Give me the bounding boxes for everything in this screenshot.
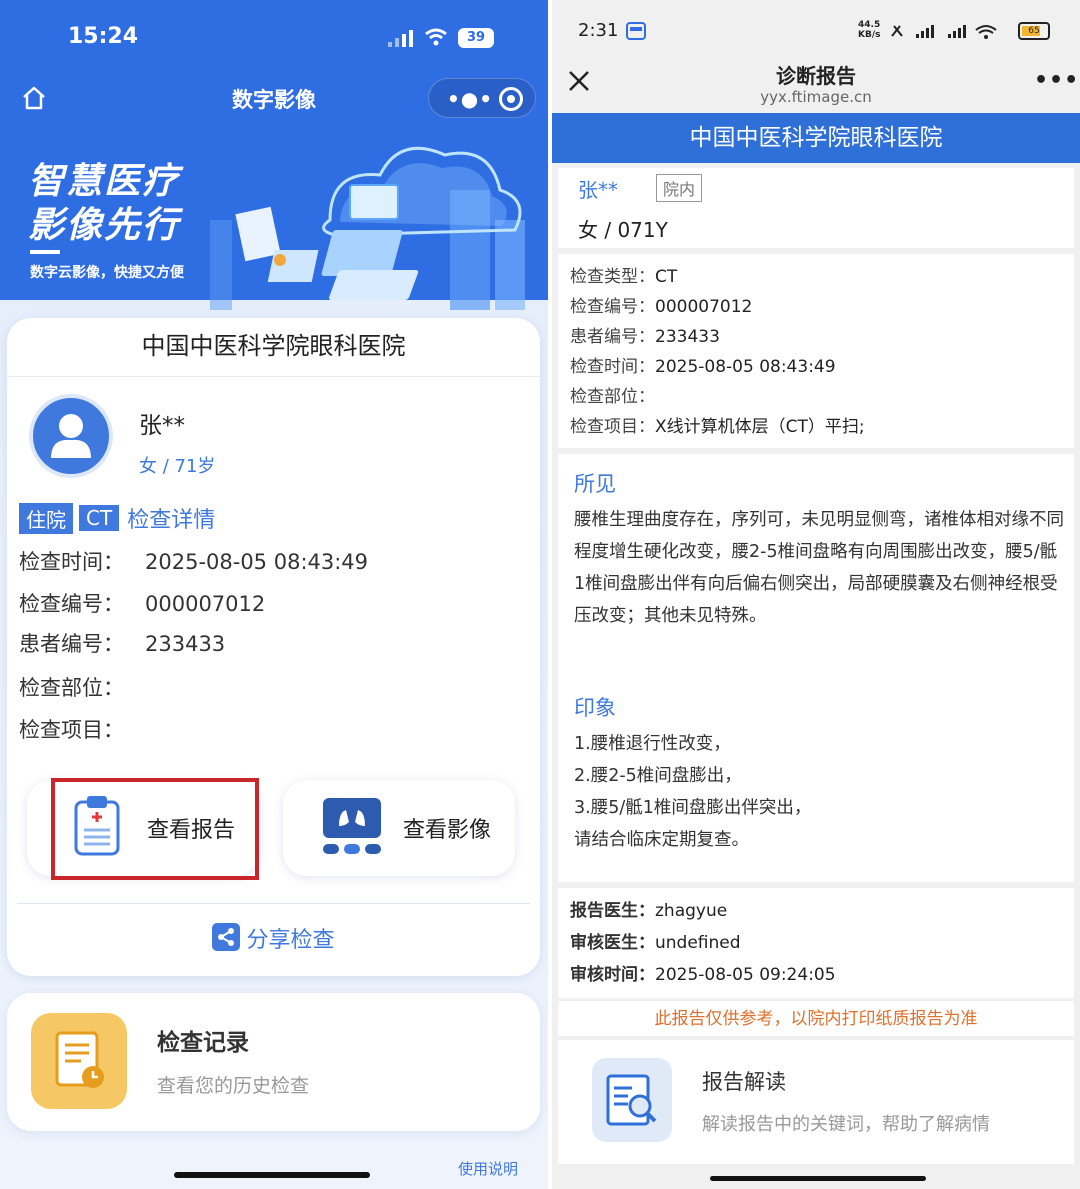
share-exam-label: 分享检查 <box>246 928 335 953</box>
reporting-doctor-row: 报告医生：zhagyue <box>570 901 728 921</box>
page-title: 诊断报告 <box>776 64 856 88</box>
exam-time-row: 检查时间：2025-08-05 08:43:49 <box>570 357 836 377</box>
more-menu-icon[interactable]: ••• <box>1034 68 1079 93</box>
records-icon <box>31 1013 127 1109</box>
user-icon <box>51 414 91 458</box>
info-row-patient-number: 患者编号： 233433 <box>19 632 226 656</box>
reviewing-doctor-row: 审核医生：undefined <box>570 933 741 953</box>
banner-tagline: 数字云影像，快捷又方便 <box>30 265 184 281</box>
page-url: yyx.ftimage.cn <box>760 88 872 106</box>
avatar <box>29 394 113 478</box>
cellular-signal-icon <box>891 25 997 39</box>
exam-tags: 住院 CT 检查详情 <box>19 502 215 534</box>
info-row-exam-site: 检查部位： <box>19 676 124 700</box>
hospital-name: 中国中医科学院眼科医院 <box>141 332 406 360</box>
interpretation-subtitle: 解读报告中的关键词，帮助了解病情 <box>702 1114 990 1135</box>
highlight-box <box>51 778 259 880</box>
status-time: 2:31 <box>578 20 619 41</box>
share-exam-button[interactable]: 分享检查 <box>7 922 540 954</box>
usage-instructions-link[interactable]: 使用说明 <box>458 1158 518 1179</box>
patient-gender-age: 女 / 71岁 <box>139 456 216 477</box>
mini-program-capsule: •●• <box>428 78 536 118</box>
findings-title: 所见 <box>574 472 616 496</box>
hospital-header: 中国中医科学院眼科医院 <box>552 113 1080 163</box>
home-indicator <box>174 1172 370 1178</box>
impression-line: 请结合临床定期复查。 <box>574 830 749 850</box>
divider <box>7 376 540 377</box>
more-menu-icon[interactable]: •●• <box>447 87 493 111</box>
exam-item-row: 检查项目：X线计算机体层（CT）平扫; <box>570 417 865 437</box>
home-indicator <box>710 1176 926 1181</box>
patient-card: 张** 院内 女 / 071Y <box>558 168 1074 248</box>
right-phone-screen: 2:31 44.5 KB/s 65 诊断报告 yyx.ftimage.cn •••… <box>552 0 1080 1189</box>
exam-records-card[interactable]: 检查记录 查看您的历史检查 <box>7 993 540 1131</box>
battery-icon: 65 <box>1018 22 1050 40</box>
records-title: 检查记录 <box>157 1030 249 1056</box>
info-row-exam-time: 检查时间： 2025-08-05 08:43:49 <box>19 550 369 574</box>
patient-gender-age: 女 / 071Y <box>578 218 668 242</box>
findings-text: 腰椎生理曲度存在，序列可，未见明显侧弯，诸椎体相对缘不同程度增生硬化改变，腰2-… <box>574 510 1064 626</box>
interpretation-title: 报告解读 <box>702 1070 786 1094</box>
report-interpretation-card[interactable]: 报告解读 解读报告中的关键词，帮助了解病情 <box>558 1040 1074 1164</box>
review-time-row: 审核时间：2025-08-05 09:24:05 <box>570 965 836 985</box>
view-image-label: 查看影像 <box>403 818 492 843</box>
exam-number-row: 检查编号：000007012 <box>570 297 753 317</box>
info-row-exam-number: 检查编号： 000007012 <box>19 592 266 616</box>
banner-slogan-line2: 影像先行 <box>28 205 181 246</box>
cloud-imaging-illustration <box>210 146 525 310</box>
nav-bar: 诊断报告 yyx.ftimage.cn ••• <box>552 52 1080 112</box>
banner-divider <box>30 250 60 254</box>
banner: 智慧医疗 影像先行 数字云影像，快捷又方便 <box>0 130 548 310</box>
document-search-icon <box>592 1058 672 1142</box>
wifi-icon <box>425 28 447 46</box>
exam-details-link[interactable]: 检查详情 <box>127 502 215 534</box>
exam-card: 中国中医科学院眼科医院 张** 女 / 71岁 住院 CT 检查详情 检查时间：… <box>7 318 540 976</box>
cellular-signal-icon <box>388 30 413 47</box>
tag-modality: CT <box>79 505 120 531</box>
tag-inpatient: 住院 <box>19 502 73 534</box>
disclaimer-note: 此报告仅供参考，以院内打印纸质报告为准 <box>558 1000 1074 1036</box>
exam-site-row: 检查部位： <box>570 387 655 407</box>
impression-title: 印象 <box>574 696 616 720</box>
network-speed: 44.5 KB/s <box>858 20 881 40</box>
notification-icon <box>626 22 646 40</box>
info-row-exam-item: 检查项目： <box>19 718 124 742</box>
divider <box>17 903 530 904</box>
patient-name: 张** <box>578 178 618 202</box>
report-doctors-section: 报告医生：zhagyue 审核医生：undefined 审核时间：2025-08… <box>558 888 1074 998</box>
status-bar: 15:24 39 <box>0 22 548 56</box>
lung-scan-icon <box>323 798 381 854</box>
close-miniprogram-icon[interactable] <box>499 87 523 111</box>
impression-line: 2.腰2-5椎间盘膨出， <box>574 766 742 786</box>
status-time: 15:24 <box>68 24 139 49</box>
patient-name: 张** <box>139 413 185 439</box>
battery-icon: 39 <box>458 28 494 48</box>
nav-bar: 数字影像 •●• <box>0 76 548 120</box>
exam-type-row: 检查类型：CT <box>570 267 678 287</box>
report-findings-section: 所见 腰椎生理曲度存在，序列可，未见明显侧弯，诸椎体相对缘不同程度增生硬化改变，… <box>558 454 1074 882</box>
patient-number-row: 患者编号：233433 <box>570 327 720 347</box>
records-subtitle: 查看您的历史检查 <box>157 1075 310 1097</box>
impression-line: 1.腰椎退行性改变， <box>574 734 731 754</box>
left-phone-screen: 15:24 39 数字影像 •●• 智慧医疗 影像先行 数字云影像，快捷又方便 <box>0 0 548 1189</box>
impression-line: 3.腰5/骶1椎间盘膨出伴突出， <box>574 798 812 818</box>
view-image-button[interactable]: 查看影像 <box>283 780 515 876</box>
share-icon <box>212 923 241 951</box>
inpatient-badge: 院内 <box>656 174 703 202</box>
exam-info-section: 检查类型：CT 检查编号：000007012 患者编号：233433 检查时间：… <box>558 254 1074 448</box>
